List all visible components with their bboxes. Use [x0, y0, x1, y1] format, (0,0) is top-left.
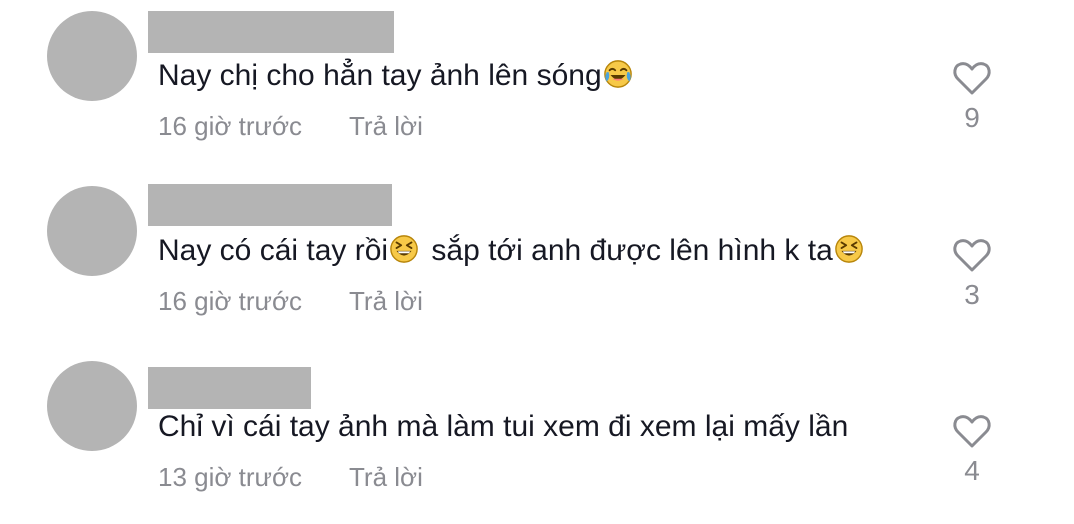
comment-meta: 16 giờ trước Trả lời	[158, 110, 423, 142]
username-redacted[interactable]	[148, 11, 394, 53]
face-with-tears-of-joy-icon	[603, 60, 632, 88]
like-column: 4	[950, 413, 994, 487]
comment-text-part2: sắp tới anh được lên hình k ta	[423, 234, 833, 267]
comment-text-content: Chỉ vì cái tay ảnh mà làm tui xem đi xem…	[158, 410, 849, 443]
comment-meta: 16 giờ trước Trả lời	[158, 285, 423, 317]
comment-timestamp: 16 giờ trước	[158, 286, 302, 316]
like-column: 3	[950, 237, 994, 311]
comment-text: Chỉ vì cái tay ảnh mà làm tui xem đi xem…	[158, 409, 848, 445]
heart-outline-icon[interactable]	[952, 413, 992, 449]
like-count: 9	[964, 102, 980, 133]
avatar[interactable]	[47, 11, 137, 101]
comment-text-content: Nay chị cho hẳn tay ảnh lên sóng	[158, 59, 602, 92]
comment-text-part1: Nay có cái tay rồi	[158, 234, 389, 267]
username-redacted[interactable]	[148, 184, 392, 226]
comment-timestamp: 13 giờ trước	[158, 462, 302, 492]
reply-button[interactable]: Trả lời	[349, 285, 423, 317]
heart-outline-icon[interactable]	[952, 237, 992, 273]
comment-item: Nay có cái tay rồi sắp tới anh được lên …	[0, 175, 1074, 345]
avatar[interactable]	[47, 361, 137, 451]
comment-text: Nay có cái tay rồi sắp tới anh được lên …	[158, 233, 868, 269]
reply-button[interactable]: Trả lời	[349, 110, 423, 142]
grinning-squinting-face-icon	[390, 235, 418, 263]
like-count: 4	[964, 455, 980, 486]
comment-item: Chỉ vì cái tay ảnh mà làm tui xem đi xem…	[0, 351, 1074, 521]
heart-outline-icon[interactable]	[952, 60, 992, 96]
avatar[interactable]	[47, 186, 137, 276]
like-count: 3	[964, 279, 980, 310]
comment-item: Nay chị cho hẳn tay ảnh lên sóng 16 giờ …	[0, 0, 1074, 170]
comment-meta: 13 giờ trước Trả lời	[158, 461, 423, 493]
grinning-squinting-face-icon	[834, 235, 863, 263]
reply-button[interactable]: Trả lời	[349, 461, 423, 493]
comment-timestamp: 16 giờ trước	[158, 111, 302, 141]
comment-text: Nay chị cho hẳn tay ảnh lên sóng	[158, 58, 637, 94]
username-redacted[interactable]	[148, 367, 311, 409]
like-column: 9	[950, 60, 994, 134]
